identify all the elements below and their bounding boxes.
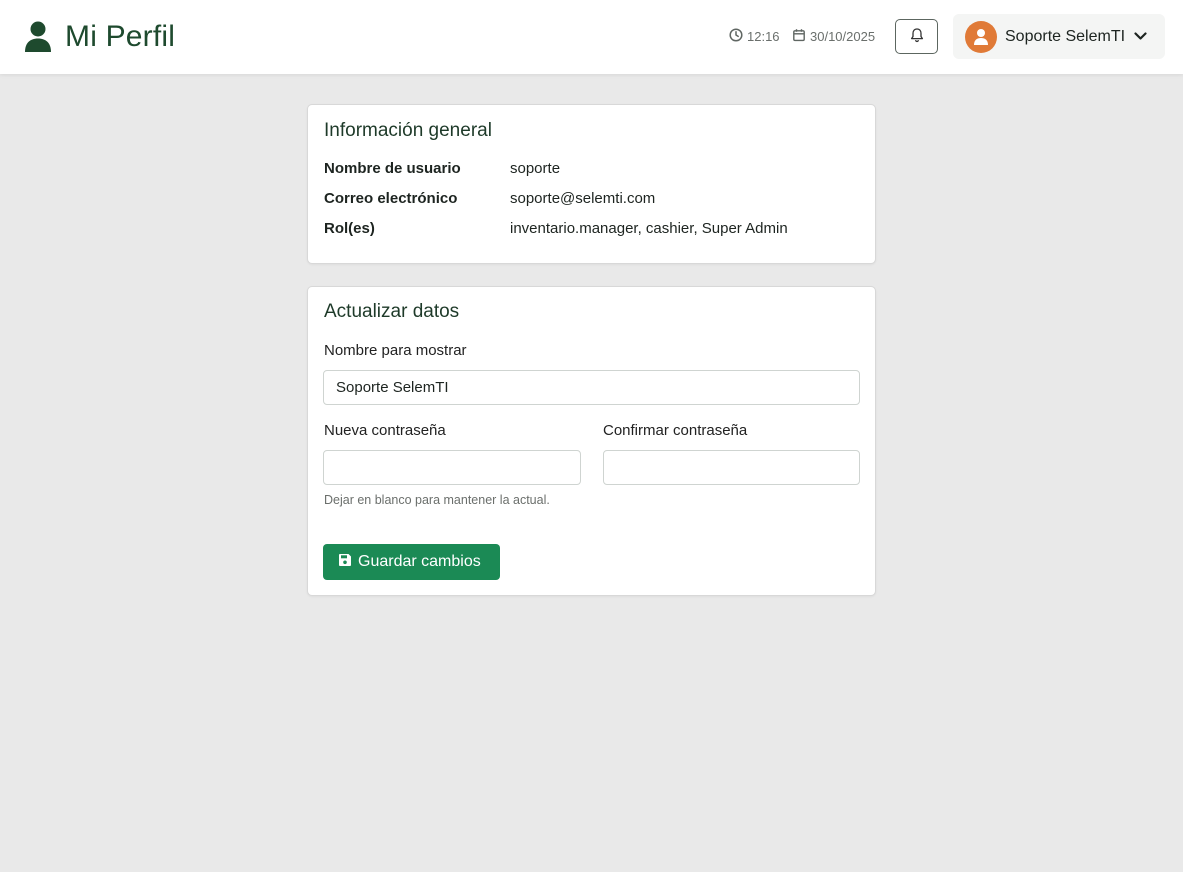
confirm-password-input[interactable] xyxy=(603,450,860,485)
user-name: Soporte SelemTI xyxy=(1005,27,1126,45)
page-title: Mi Perfil xyxy=(65,20,176,53)
current-time: 12:16 xyxy=(729,26,780,46)
current-date: 30/10/2025 xyxy=(792,26,875,46)
avatar xyxy=(965,20,997,53)
floppy-disk-icon xyxy=(338,553,358,572)
general-info-title: Información general xyxy=(324,120,492,141)
save-changes-button[interactable]: Guardar cambios xyxy=(323,544,500,580)
time-text: 12:16 xyxy=(747,28,780,44)
update-data-card: Actualizar datos Nombre para mostrar Nue… xyxy=(307,286,876,596)
roles-value: inventario.manager, cashier, Super Admin xyxy=(510,220,788,237)
page-header: Mi Perfil xyxy=(24,18,175,56)
top-bar: Mi Perfil 12:16 30/10/2025 Soporte Selem… xyxy=(0,0,1183,74)
display-name-input[interactable] xyxy=(323,370,860,405)
display-name-label: Nombre para mostrar xyxy=(324,342,467,359)
email-value: soporte@selemti.com xyxy=(510,190,656,207)
notifications-button[interactable] xyxy=(895,19,938,54)
chevron-down-icon xyxy=(1134,28,1147,46)
new-password-input[interactable] xyxy=(323,450,581,485)
clock-icon xyxy=(729,27,747,45)
new-password-label: Nueva contraseña xyxy=(324,422,446,439)
general-info-card: Información general Nombre de usuario so… xyxy=(307,104,876,264)
email-label: Correo electrónico xyxy=(324,190,458,207)
bell-icon xyxy=(909,27,925,46)
date-text: 30/10/2025 xyxy=(810,28,876,44)
user-menu-button[interactable]: Soporte SelemTI xyxy=(953,14,1165,59)
avatar-person-icon xyxy=(974,28,988,45)
confirm-password-label: Confirmar contraseña xyxy=(603,422,748,439)
update-data-title: Actualizar datos xyxy=(324,301,460,322)
username-value: soporte xyxy=(510,160,561,177)
calendar-icon xyxy=(792,28,810,45)
password-hint: Dejar en blanco para mantener la actual. xyxy=(324,493,550,507)
user-icon xyxy=(24,21,52,53)
roles-label: Rol(es) xyxy=(324,220,375,237)
save-changes-label: Guardar cambios xyxy=(358,553,481,570)
username-label: Nombre de usuario xyxy=(324,160,461,177)
